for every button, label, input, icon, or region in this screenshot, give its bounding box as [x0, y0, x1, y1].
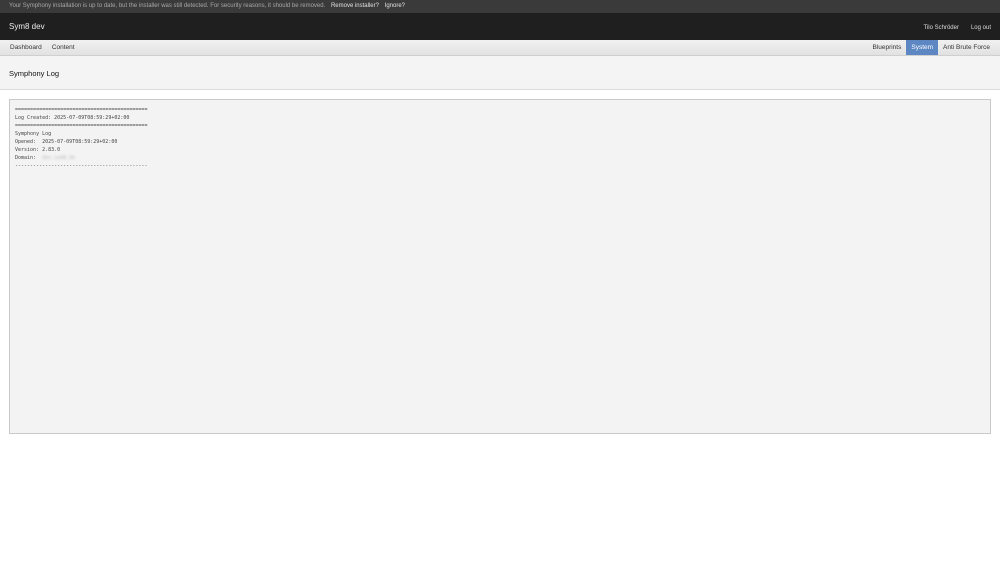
- user-profile-link[interactable]: Tilo Schröder: [924, 25, 959, 31]
- nav-structure-group: Blueprints System Anti Brute Force: [867, 40, 1000, 55]
- installer-notice-bar: Your Symphony installation is up to date…: [0, 0, 1000, 13]
- log-domain-label: Domain:: [15, 155, 43, 161]
- installer-notice-message: Your Symphony installation is up to date…: [9, 3, 326, 9]
- logout-link[interactable]: Log out: [971, 25, 991, 31]
- nav-item-dashboard[interactable]: Dashboard: [0, 40, 47, 55]
- log-version-line: Version: 2.83.0: [15, 147, 61, 153]
- nav-item-system[interactable]: System: [906, 40, 939, 55]
- ignore-notice-link[interactable]: Ignore?: [385, 3, 405, 9]
- site-title[interactable]: Sym8 dev: [9, 13, 45, 40]
- page-title: Symphony Log: [9, 69, 60, 78]
- nav-item-content[interactable]: Content: [47, 40, 80, 55]
- log-separator-top: ========================================…: [15, 107, 148, 113]
- log-separator-bottom: ----------------------------------------…: [15, 163, 148, 169]
- log-name-line: Symphony Log: [15, 131, 52, 137]
- page-context-bar: Symphony Log: [0, 56, 1000, 90]
- app-header: Sym8 dev Tilo Schröder Log out: [0, 13, 1000, 40]
- main-navigation: Dashboard Content Blueprints System Anti…: [0, 40, 1000, 56]
- log-viewer[interactable]: ========================================…: [9, 99, 991, 434]
- log-separator-middle: ========================================…: [15, 123, 148, 129]
- log-created-line: Log Created: 2025-07-09T08:59:29+02:00: [15, 115, 130, 121]
- log-opened-line: Opened: 2025-07-09T08:59:29+02:00: [15, 139, 118, 145]
- nav-item-anti-brute-force[interactable]: Anti Brute Force: [938, 40, 1000, 55]
- session-menu: Tilo Schröder Log out: [924, 23, 992, 31]
- remove-installer-link[interactable]: Remove installer?: [331, 3, 379, 9]
- log-domain-value: dev.sym8.de: [42, 155, 76, 161]
- nav-content-group: Dashboard Content: [0, 40, 80, 55]
- log-content: ========================================…: [15, 106, 985, 170]
- nav-item-blueprints[interactable]: Blueprints: [867, 40, 906, 55]
